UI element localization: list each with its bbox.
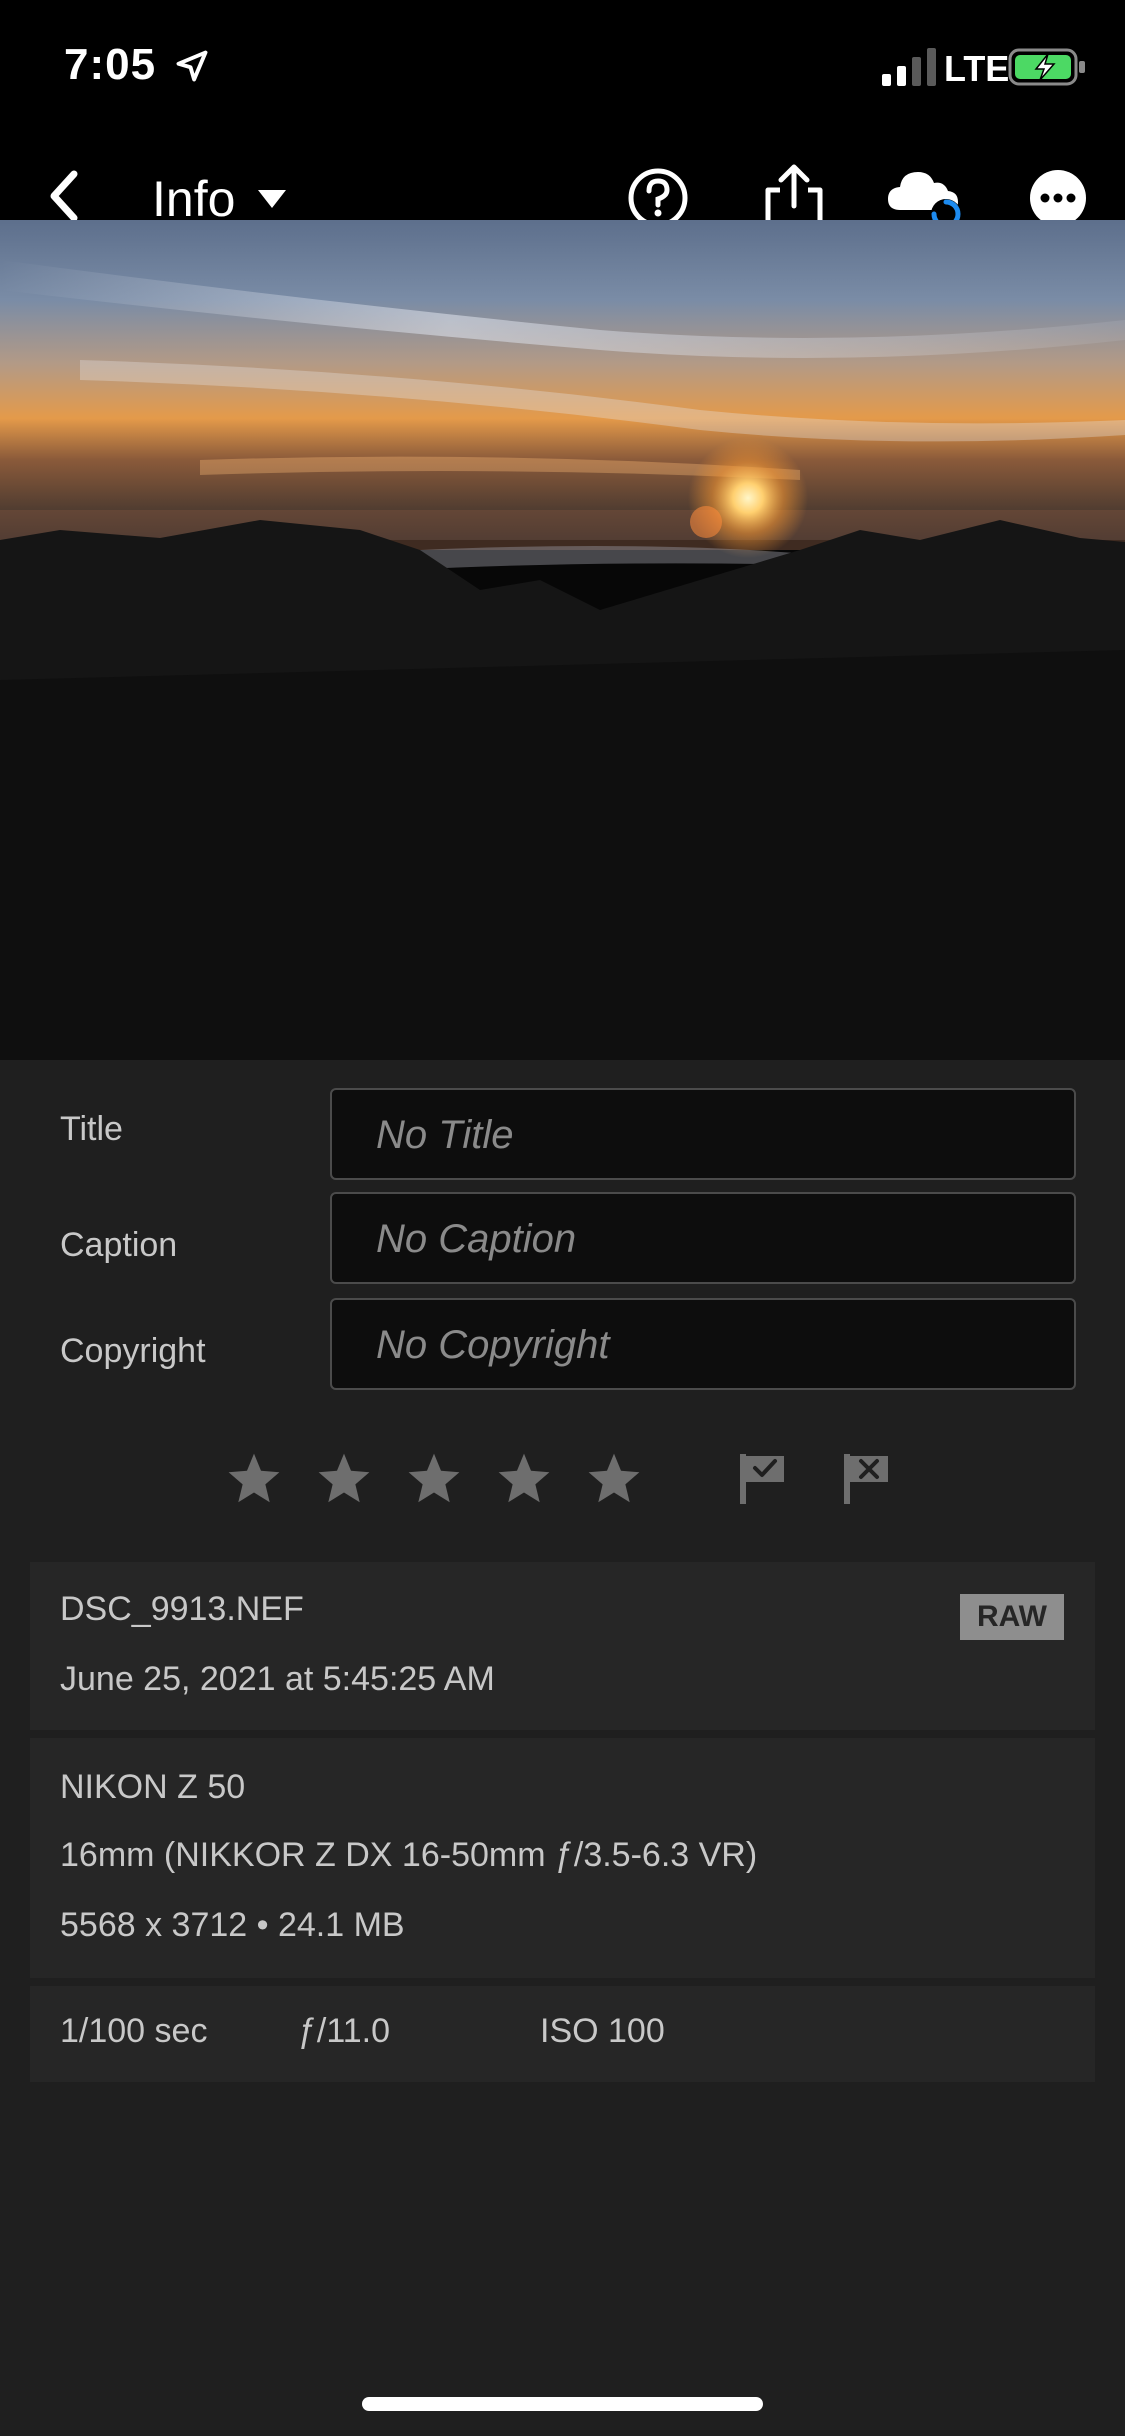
caption-input[interactable] bbox=[374, 1194, 1078, 1284]
shutter-speed: 1/100 sec bbox=[60, 2012, 208, 2050]
sunrise-landscape-image bbox=[0, 220, 1125, 1060]
star-1-icon[interactable] bbox=[225, 1450, 283, 1508]
image-dimensions: 5568 x 3712 • 24.1 MB bbox=[60, 1906, 405, 1944]
title-label: Title bbox=[60, 1110, 123, 1148]
lens-info: 16mm (NIKKOR Z DX 16-50mm ƒ/3.5-6.3 VR) bbox=[60, 1836, 758, 1874]
star-5-icon[interactable] bbox=[585, 1450, 643, 1508]
location-arrow-icon bbox=[176, 50, 208, 82]
capture-date: June 25, 2021 at 5:45:25 AM bbox=[60, 1660, 495, 1698]
star-2-icon[interactable] bbox=[315, 1450, 373, 1508]
star-3-icon[interactable] bbox=[405, 1450, 463, 1508]
copyright-input[interactable] bbox=[374, 1300, 1078, 1390]
title-field-box bbox=[330, 1088, 1078, 1180]
caption-label: Caption bbox=[60, 1226, 178, 1264]
signal-icon bbox=[882, 48, 936, 86]
back-button[interactable] bbox=[44, 168, 86, 224]
copyright-label: Copyright bbox=[60, 1332, 206, 1370]
file-name: DSC_9913.NEF bbox=[60, 1590, 304, 1628]
battery-charging-icon bbox=[1008, 48, 1085, 86]
photo-preview[interactable] bbox=[0, 220, 1125, 1060]
pick-flag-icon[interactable] bbox=[738, 1452, 788, 1506]
reject-flag-icon[interactable] bbox=[842, 1452, 892, 1506]
camera-model: NIKON Z 50 bbox=[60, 1768, 246, 1806]
caption-field-box bbox=[330, 1192, 1078, 1284]
share-icon[interactable] bbox=[762, 164, 826, 228]
network-type: LTE bbox=[944, 48, 1010, 89]
iso: ISO 100 bbox=[540, 2012, 665, 2050]
title-input[interactable] bbox=[374, 1090, 1078, 1180]
star-4-icon[interactable] bbox=[495, 1450, 553, 1508]
caret-down-icon[interactable] bbox=[258, 190, 286, 208]
raw-badge: RAW bbox=[960, 1594, 1064, 1640]
home-indicator[interactable] bbox=[362, 2397, 763, 2411]
copyright-field-box bbox=[330, 1298, 1078, 1390]
status-time: 7:05 bbox=[64, 40, 157, 89]
aperture: ƒ/11.0 bbox=[298, 2012, 391, 2050]
file-info-card bbox=[30, 1562, 1095, 1730]
